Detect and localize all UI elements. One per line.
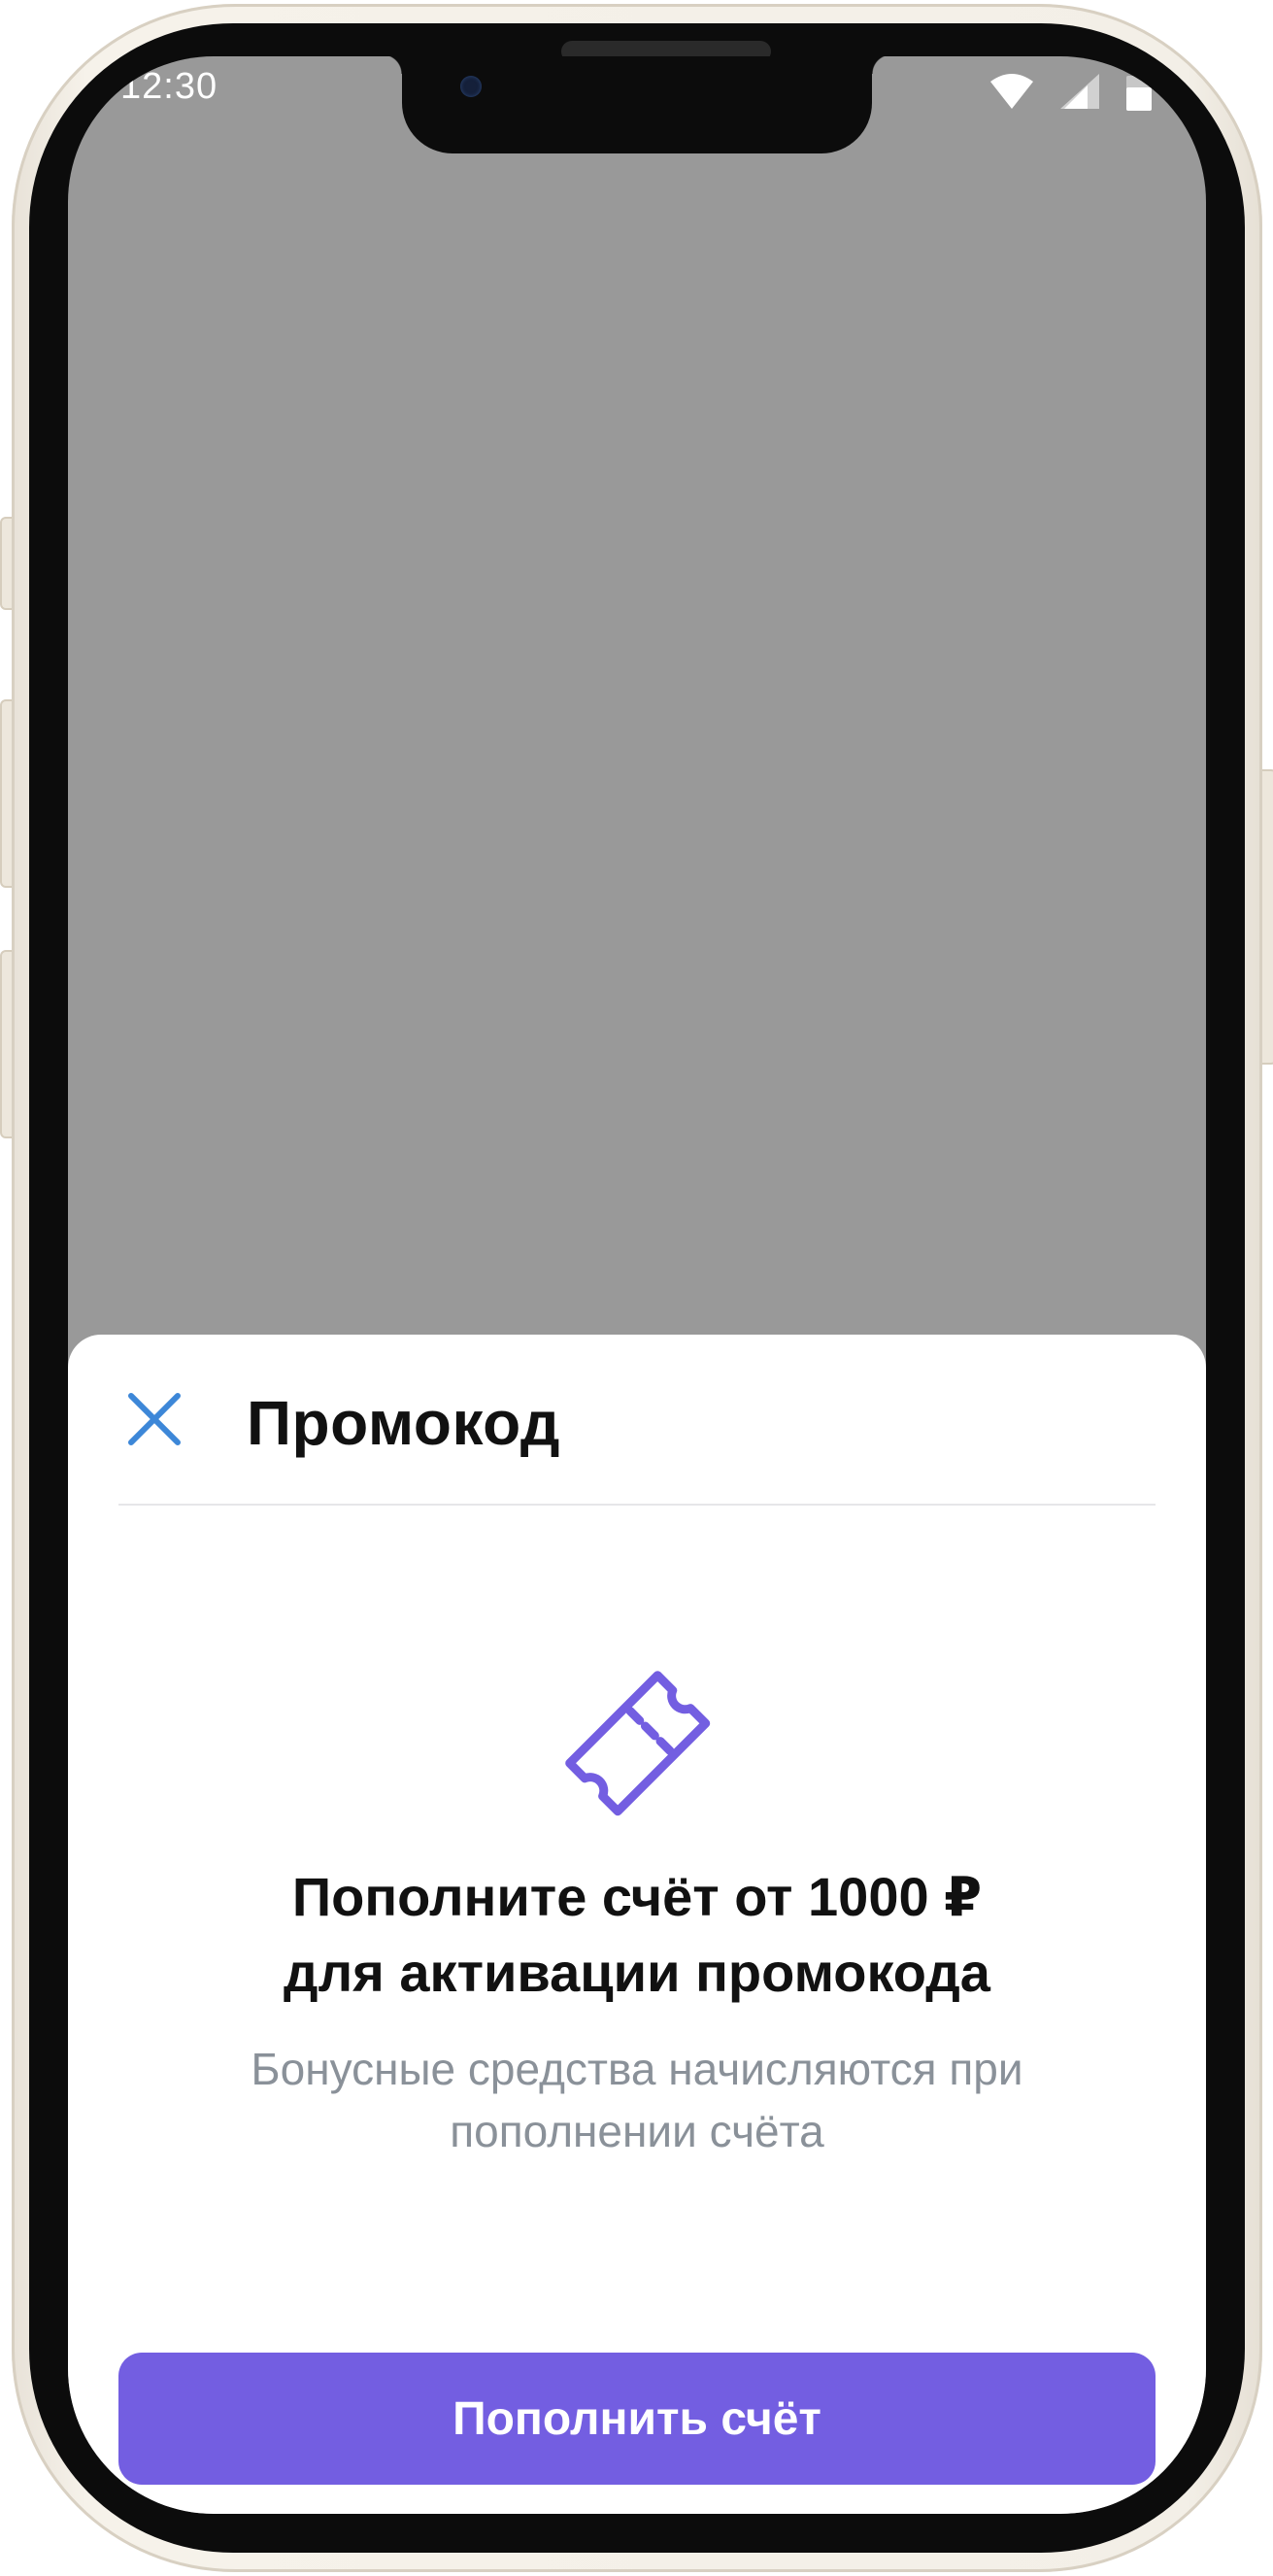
- sheet-title: Промокод: [247, 1388, 560, 1458]
- heading-line-1: Пополните счёт от 1000 ₽: [291, 1866, 983, 1927]
- status-icons: [990, 72, 1152, 111]
- subtitle-line-2: пополнении счёта: [450, 2106, 824, 2156]
- top-up-button[interactable]: Пополнить счёт: [118, 2353, 1156, 2485]
- subtitle-line-1: Бонусные средства начисляются при: [251, 2044, 1023, 2094]
- wifi-icon: [990, 74, 1033, 109]
- ticket-icon: [565, 1671, 711, 1816]
- sheet-header: Промокод: [68, 1335, 1206, 1506]
- status-bar: 12:30: [68, 56, 1206, 173]
- close-button[interactable]: [118, 1383, 190, 1455]
- sheet-heading: Пополните счёт от 1000 ₽ для активации п…: [68, 1859, 1206, 2011]
- notch: [383, 56, 891, 153]
- screen: 12:30 Промокод Пополните счёт от 1000 ₽ …: [68, 56, 1206, 2514]
- front-camera: [460, 76, 482, 97]
- status-time: 12:30: [120, 66, 218, 107]
- heading-line-2: для активации промокода: [284, 1942, 990, 2003]
- close-icon: [128, 1393, 181, 1445]
- promo-code-bottom-sheet: Промокод Пополните счёт от 1000 ₽ для ак…: [68, 1335, 1206, 2514]
- device-mockup: 12:30 Промокод Пополните счёт от 1000 ₽ …: [0, 0, 1273, 2576]
- sheet-subtitle: Бонусные средства начисляются при пополн…: [165, 2038, 1109, 2162]
- header-divider: [118, 1504, 1156, 1506]
- cellular-signal-icon: [1060, 74, 1099, 109]
- battery-icon: [1126, 72, 1152, 111]
